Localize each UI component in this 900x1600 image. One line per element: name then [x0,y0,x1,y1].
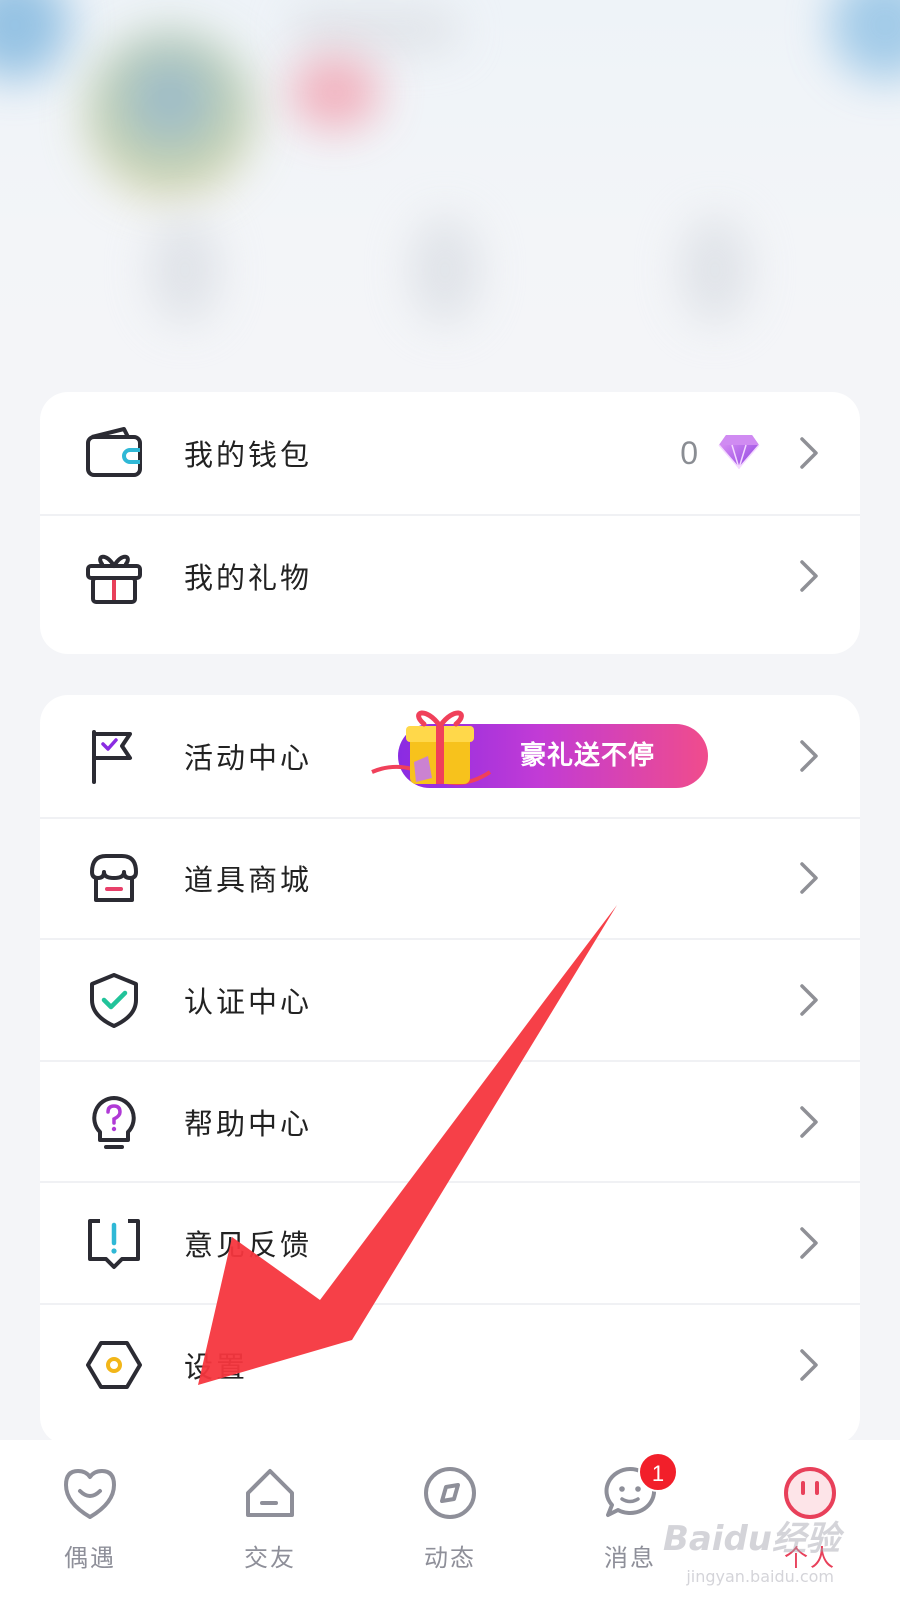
unread-badge: 1 [638,1452,678,1492]
menu-item-label: 我的钱包 [184,438,313,472]
stat-blurred[interactable] [150,215,220,325]
heart-face-icon [55,1458,125,1528]
nav-item-moments[interactable]: 动态 [360,1440,540,1600]
wallet-gift-card: 我的钱包 0 我的礼物 [40,392,860,654]
nav-label: 偶遇 [64,1544,116,1572]
watermark-text: Baidu经验 [662,1519,840,1559]
wallet-balance: 0 [680,433,760,473]
nav-label: 消息 [604,1544,656,1572]
house-icon [235,1458,305,1528]
menu-item-activity-center[interactable]: 活动中心 豪礼送不停 [40,695,860,817]
stat-blurred[interactable] [410,215,480,325]
chevron-right-icon [800,862,818,895]
menu-item-item-shop[interactable]: 道具商城 [40,816,860,939]
bottom-nav: 偶遇 交友 动态 1 消息 个人 Baidu经验 jingyan.baidu.c… [0,1440,900,1600]
nav-item-make-friends[interactable]: 交友 [180,1440,360,1600]
wallet-icon [84,423,144,483]
chevron-right-icon [800,560,818,592]
menu-card: 活动中心 豪礼送不停 道具商城 认证中心 帮助中心 意见反馈 设置 [40,695,860,1445]
stat-blurred[interactable] [680,215,750,325]
settings-hex-icon [84,1335,144,1395]
gift-box-icon [371,710,492,785]
shield-check-icon [84,970,144,1030]
avatar[interactable] [85,30,255,200]
menu-item-wallet[interactable]: 我的钱包 0 [40,392,860,514]
blurred-decoration [830,0,900,80]
menu-item-label: 设置 [184,1349,249,1384]
menu-item-label: 道具商城 [184,863,313,898]
nav-label: 动态 [424,1544,476,1572]
menu-item-label: 认证中心 [184,984,313,1019]
chevron-right-icon [800,1349,818,1381]
chevron-right-icon [800,1227,818,1259]
menu-item-settings[interactable]: 设置 [40,1302,860,1425]
username-blurred [290,10,460,50]
watermark-url: jingyan.baidu.com [686,1567,834,1586]
nav-label: 交友 [244,1544,296,1572]
menu-item-label: 活动中心 [184,740,313,775]
user-tag-blurred [290,55,380,130]
menu-item-help-center[interactable]: 帮助中心 [40,1059,860,1182]
promo-text: 豪礼送不停 [520,740,656,771]
chevron-right-icon [800,740,818,772]
profile-header-blurred [0,0,900,390]
store-icon [84,848,144,908]
feedback-icon [84,1213,144,1273]
menu-item-feedback[interactable]: 意见反馈 [40,1181,860,1303]
menu-item-verification-center[interactable]: 认证中心 [40,938,860,1060]
menu-item-gifts[interactable]: 我的礼物 [40,514,860,636]
chevron-right-icon [800,437,818,469]
menu-item-label: 意见反馈 [184,1228,313,1263]
compass-icon [415,1458,485,1528]
blurred-decoration [0,0,70,80]
menu-item-label: 帮助中心 [184,1106,313,1141]
question-bulb-icon [84,1092,144,1152]
flag-icon [84,726,144,786]
gift-icon [84,546,144,606]
diamond-count: 0 [680,434,698,471]
chevron-right-icon [800,1105,818,1138]
menu-item-label: 我的礼物 [184,561,313,595]
diamond-icon [718,433,760,473]
profile-page: 我的钱包 0 我的礼物 活动中心 豪礼送不停 道具商城 认证中心 帮助中心 意见… [0,0,900,1600]
chevron-right-icon [800,984,818,1016]
nav-item-encounter[interactable]: 偶遇 [0,1440,180,1600]
promo-banner[interactable]: 豪礼送不停 [370,710,710,792]
